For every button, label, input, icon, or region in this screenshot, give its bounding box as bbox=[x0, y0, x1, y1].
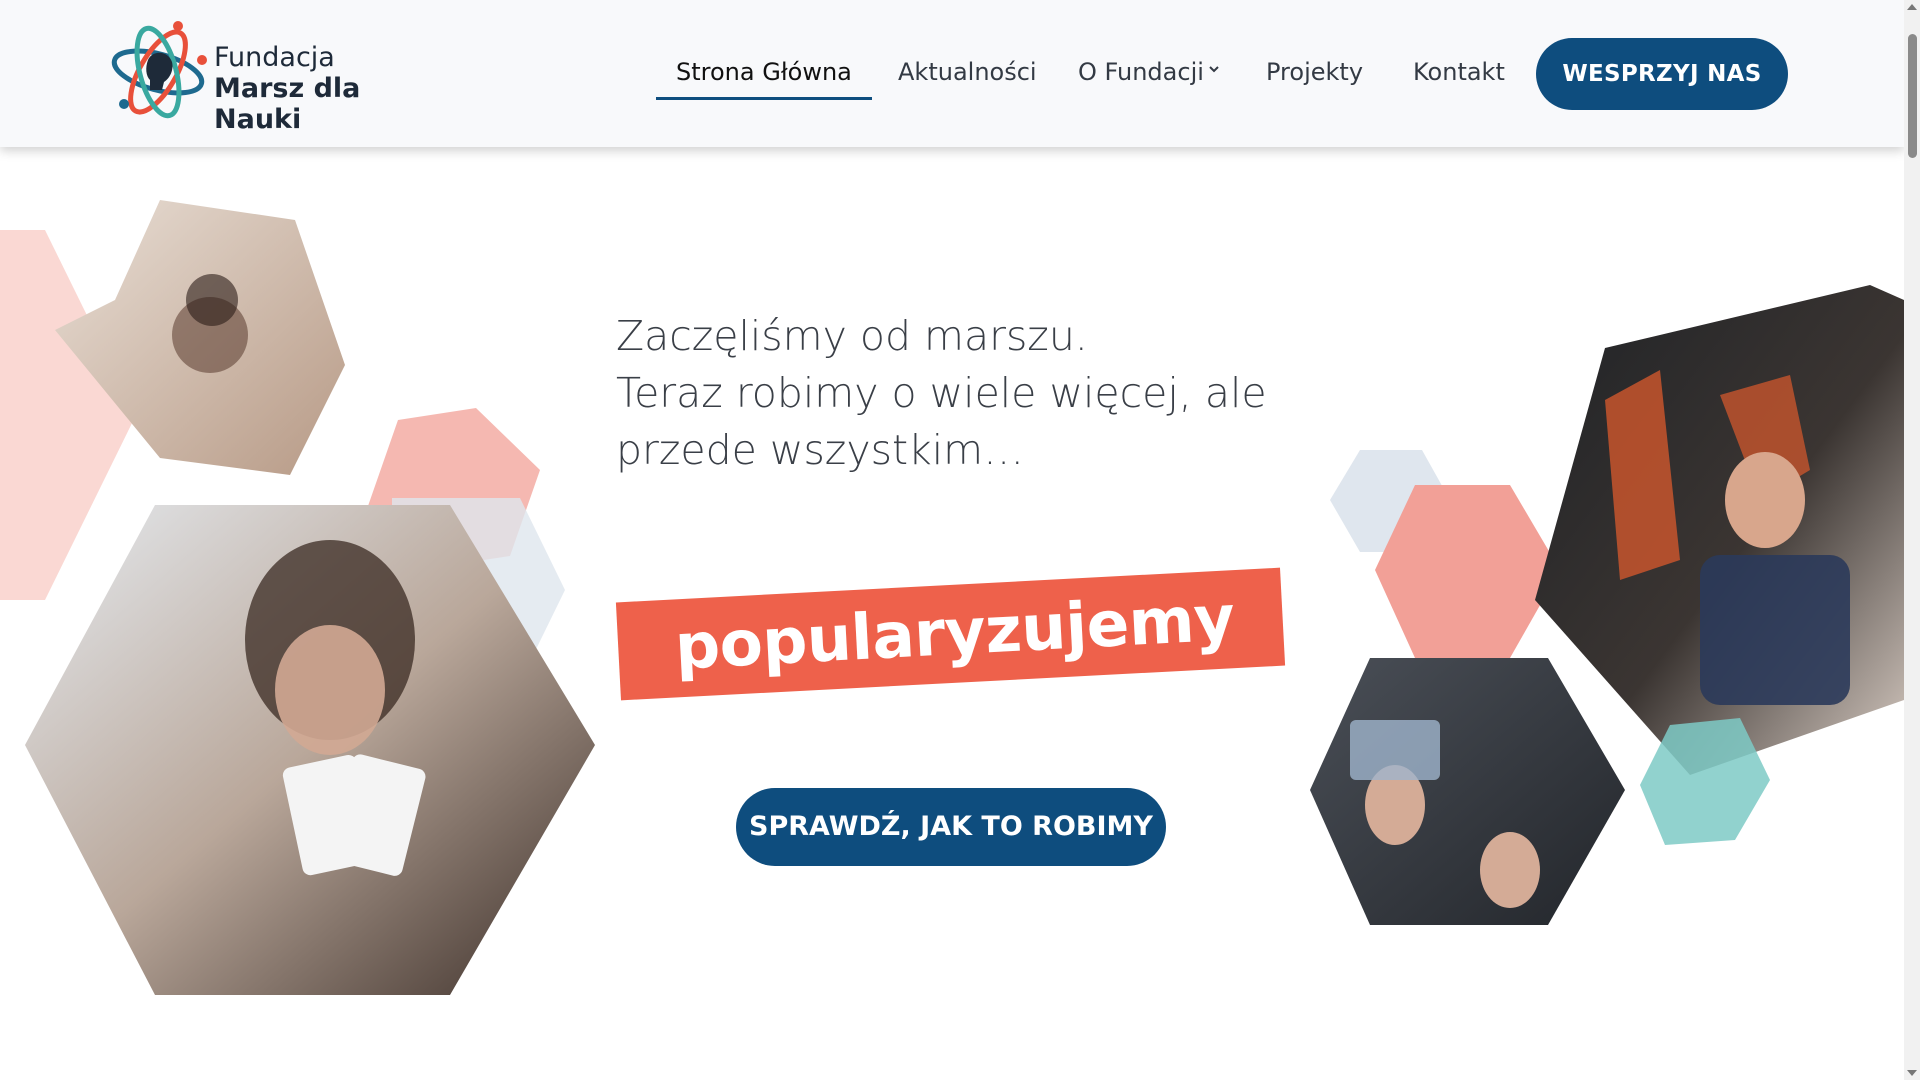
nav-item-projects[interactable]: Projekty bbox=[1266, 48, 1363, 96]
nav-item-about[interactable]: O Fundacji bbox=[1078, 48, 1204, 96]
highlight-text: popularyzujemy naukę bbox=[673, 581, 1237, 765]
how-we-do-it-button[interactable]: SPRAWDŹ, JAK TO ROBIMY bbox=[736, 788, 1166, 866]
scroll-thumb[interactable] bbox=[1908, 34, 1917, 158]
scroll-down-icon[interactable] bbox=[1907, 1070, 1917, 1076]
page-scrollbar[interactable] bbox=[1904, 0, 1920, 1080]
hero-line-2: Teraz robimy o wiele więcej, ale bbox=[616, 369, 1267, 417]
nav-item-contact[interactable]: Kontakt bbox=[1413, 48, 1505, 96]
chevron-down-icon[interactable] bbox=[1207, 62, 1221, 76]
site-header: Fundacja Marsz dla Nauki Strona Główna A… bbox=[0, 0, 1904, 147]
scroll-up-icon[interactable] bbox=[1907, 4, 1917, 10]
hero-line-1: Zaczęliśmy od marszu. bbox=[616, 312, 1088, 360]
logo-line1: Fundacja bbox=[214, 42, 335, 73]
logo-line2: Marsz dla Nauki bbox=[214, 73, 361, 135]
pink-hexagon-left-large bbox=[0, 230, 136, 600]
hero-decorations bbox=[0, 200, 1904, 995]
hero-line-3: przede wszystkim… bbox=[616, 426, 1025, 474]
hero-intro: Zaczęliśmy od marszu. Teraz robimy o wie… bbox=[616, 308, 1267, 479]
logo[interactable]: Fundacja Marsz dla Nauki bbox=[110, 20, 430, 135]
support-button[interactable]: WESPRZYJ NAS bbox=[1536, 38, 1788, 110]
logo-text: Fundacja Marsz dla Nauki bbox=[214, 42, 430, 135]
photo-hexagon-people-lying bbox=[1310, 658, 1625, 925]
nav-item-news[interactable]: Aktualności bbox=[898, 48, 1037, 96]
nav-item-home[interactable]: Strona Główna bbox=[656, 48, 872, 100]
atom-logo-icon bbox=[111, 21, 207, 119]
